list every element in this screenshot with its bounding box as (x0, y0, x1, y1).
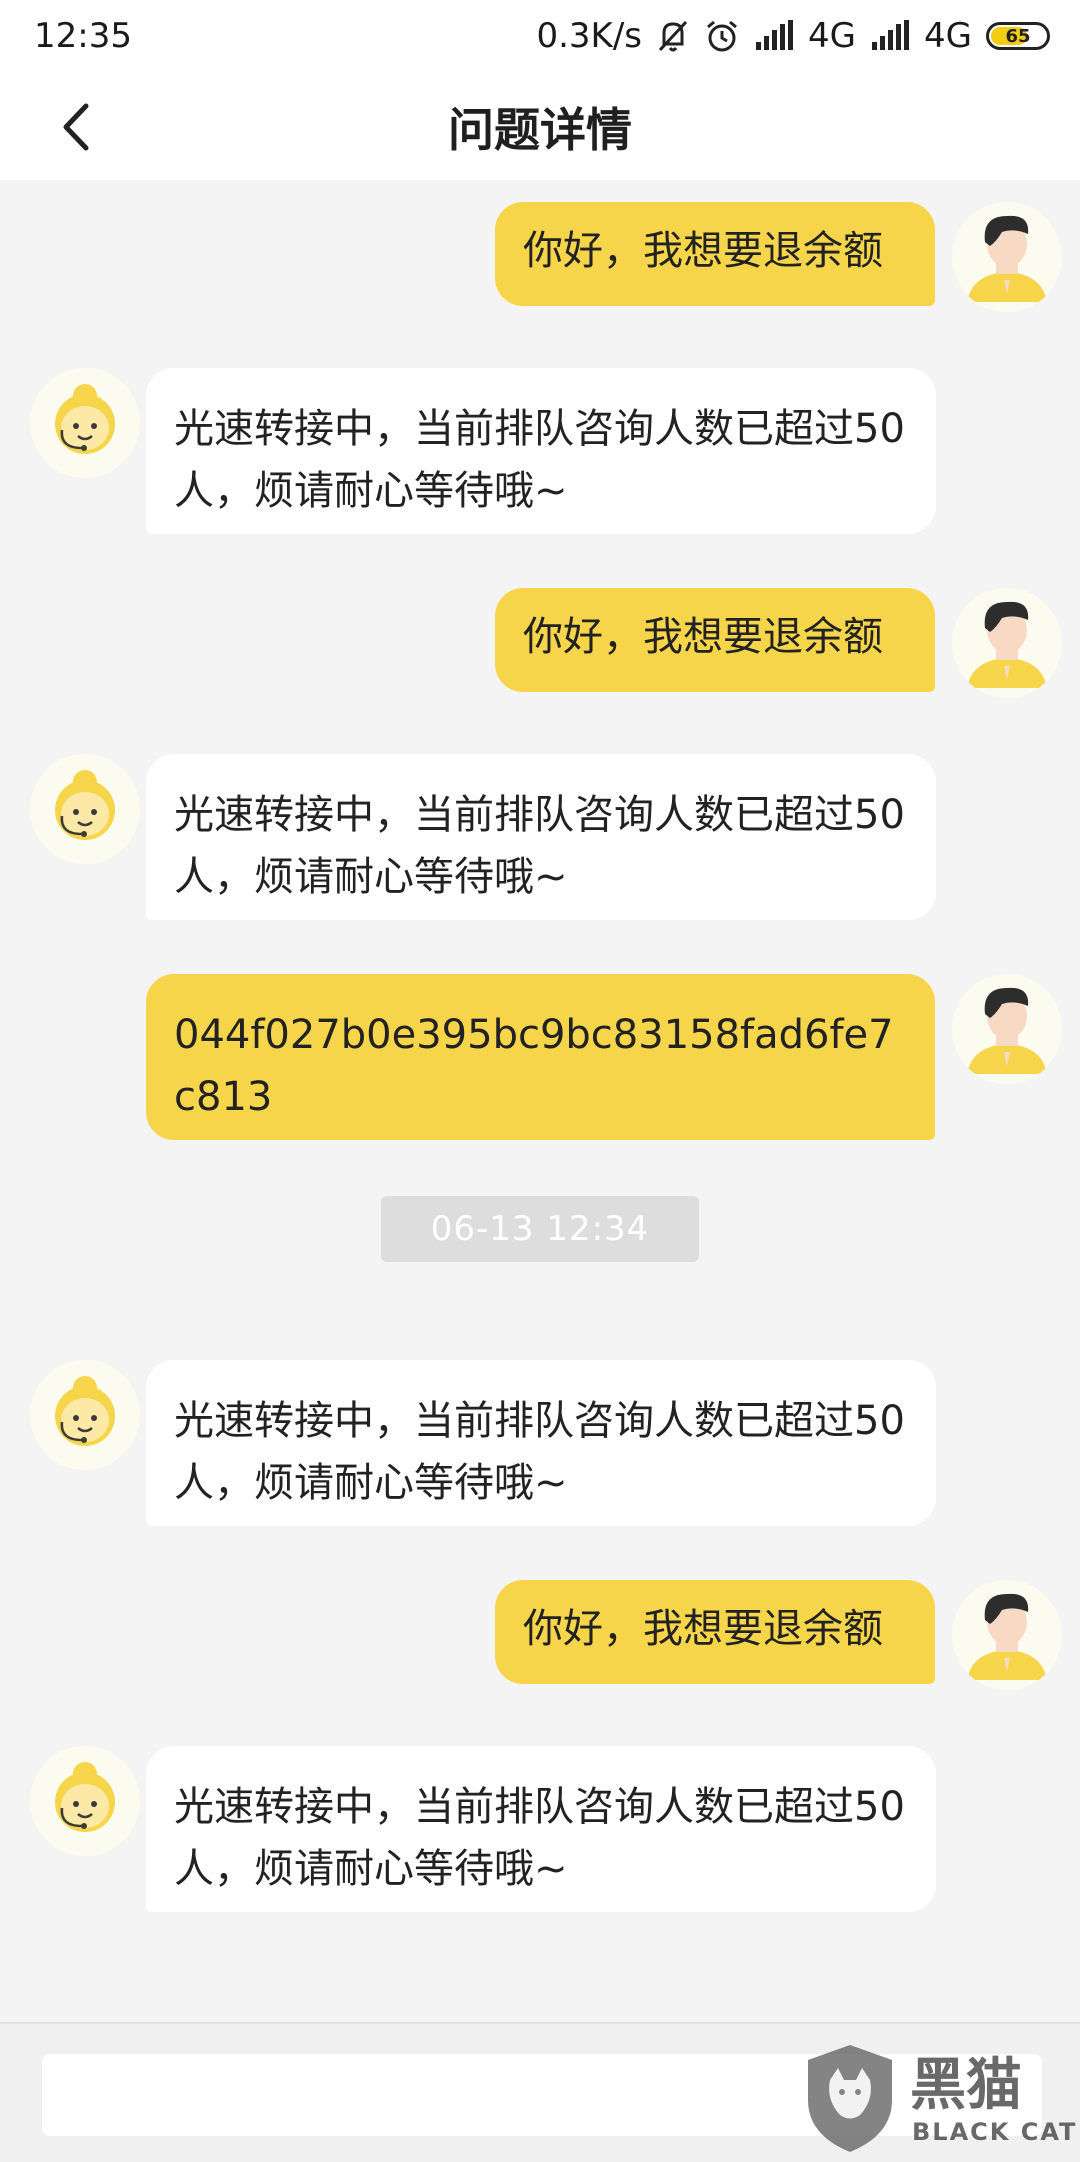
watermark-en: BLACK CAT (912, 2118, 1078, 2146)
status-indicators: 0.3K/s 4G 4G 65 (536, 14, 1050, 58)
page-title: 问题详情 (448, 103, 632, 157)
alarm-icon (704, 18, 740, 54)
user-avatar (952, 974, 1062, 1084)
agent-avatar (30, 1746, 140, 1856)
agent-avatar (30, 754, 140, 864)
user-bubble: 你好，我想要退余额 (495, 202, 935, 306)
network-speed: 0.3K/s (536, 16, 643, 56)
header: 问题详情 (0, 72, 1080, 180)
user-avatar (952, 202, 1062, 312)
mute-bell-icon (656, 18, 690, 54)
user-avatar (952, 588, 1062, 698)
agent-bubble: 光速转接中，当前排队咨询人数已超过50人，烦请耐心等待哦~ (146, 754, 936, 920)
user-bubble: 044f027b0e395bc9bc83158fad6fe7c813 (146, 974, 935, 1140)
timestamp-divider: 06-13 12:34 (381, 1196, 699, 1262)
status-bar: 12:35 0.3K/s 4G 4G 65 (0, 0, 1080, 72)
battery-icon: 65 (986, 22, 1050, 50)
agent-avatar (30, 1360, 140, 1470)
watermark: 黑猫 BLACK CAT (800, 2040, 1080, 2160)
network-type-1: 4G (808, 16, 857, 56)
agent-bubble: 光速转接中，当前排队咨询人数已超过50人，烦请耐心等待哦~ (146, 1746, 936, 1912)
agent-bubble: 光速转接中，当前排队咨询人数已超过50人，烦请耐心等待哦~ (146, 1360, 936, 1526)
watermark-cn: 黑猫 (910, 2053, 1022, 2118)
agent-bubble: 光速转接中，当前排队咨询人数已超过50人，烦请耐心等待哦~ (146, 368, 936, 534)
user-avatar (952, 1580, 1062, 1690)
signal-icon-2 (870, 20, 910, 52)
agent-avatar (30, 368, 140, 478)
signal-icon (754, 20, 794, 52)
battery-level: 65 (1005, 25, 1031, 47)
black-cat-logo-icon (808, 2045, 892, 2152)
network-type-2: 4G (924, 16, 972, 56)
status-time: 12:35 (34, 16, 132, 56)
chat-area[interactable]: 你好，我想要退余额 光速转接中，当前排队咨询人数已超过50人，烦请耐心等待哦~ … (0, 180, 1080, 2020)
user-bubble: 你好，我想要退余额 (495, 588, 935, 692)
user-bubble: 你好，我想要退余额 (495, 1580, 935, 1684)
